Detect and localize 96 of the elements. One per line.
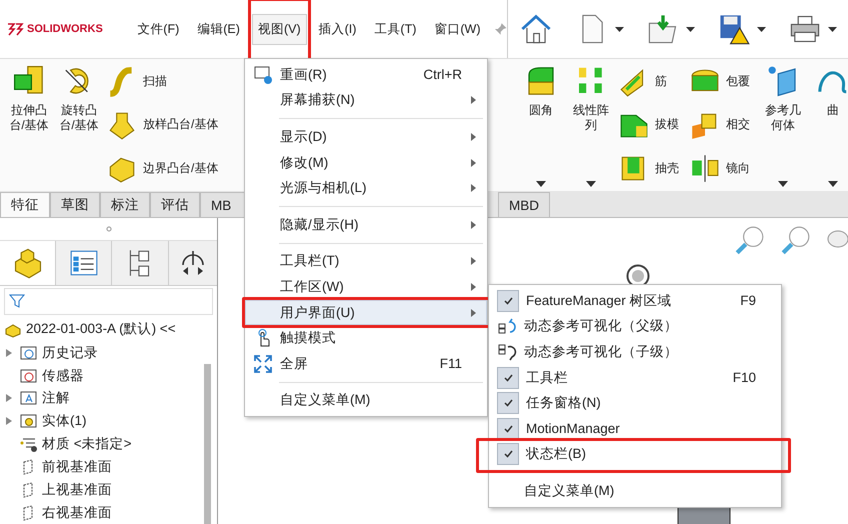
- folder-letter-icon: [20, 389, 38, 408]
- menu-item[interactable]: 状态栏(B): [489, 442, 781, 468]
- tree-item[interactable]: 2022-01-003-A (默认) <<: [0, 317, 217, 342]
- tree-item[interactable]: 右视基准面: [0, 501, 217, 524]
- menu-item[interactable]: 重画(R) Ctrl+R: [245, 62, 487, 88]
- menu-item[interactable]: FeatureManager 树区域 F9: [489, 288, 781, 314]
- check-icon: [504, 374, 512, 382]
- filter-field[interactable]: [4, 288, 213, 316]
- ribbon-tool-button[interactable]: 放样凸台/基体: [106, 108, 218, 141]
- caret-icon[interactable]: [828, 181, 838, 187]
- fullscreen-icon: [253, 354, 273, 374]
- ribbon-tool-button[interactable]: 拔模: [618, 108, 679, 141]
- menu-item[interactable]: 工作区(W): [245, 274, 487, 300]
- grip-dot-icon[interactable]: [106, 226, 112, 232]
- monitor-refresh-icon: [253, 64, 273, 85]
- menu-bar-item[interactable]: 插入(I): [312, 14, 362, 44]
- solidworks-logo: SOLIDWORKS: [6, 21, 128, 37]
- ribbon-tab[interactable]: 草图: [50, 192, 100, 217]
- menu-bar-item[interactable]: 编辑(E): [191, 14, 246, 44]
- caret-icon[interactable]: [586, 181, 596, 187]
- reference-down-icon: [497, 342, 517, 362]
- ribbon-tool-button[interactable]: 镜向: [689, 152, 750, 184]
- ribbon-tool-button[interactable]: 抽壳: [618, 152, 679, 184]
- checkbox[interactable]: [497, 290, 519, 312]
- ribbon-tool-button[interactable]: 圆角: [518, 63, 564, 187]
- folder-gauge-icon: [20, 366, 38, 385]
- menu-item[interactable]: MotionManager: [489, 416, 781, 442]
- folder-clock-icon: [20, 344, 38, 362]
- filter-icon: [8, 292, 26, 310]
- check-icon: [504, 399, 512, 408]
- property-tab[interactable]: [56, 240, 112, 285]
- menu-item[interactable]: 工具栏 F10: [489, 364, 781, 390]
- menu-bar-item[interactable]: 窗口(W): [428, 14, 487, 44]
- ribbon-tool-button[interactable]: 包覆: [689, 66, 750, 98]
- check-icon: [504, 424, 512, 433]
- folder-solid-icon: [20, 412, 38, 430]
- scrollbar[interactable]: [204, 364, 211, 524]
- mirror-shapes-icon: [689, 152, 721, 184]
- home-icon: [518, 12, 553, 46]
- check-icon: [504, 450, 512, 458]
- quick-access-button[interactable]: [518, 12, 553, 46]
- caret-icon[interactable]: [756, 26, 766, 32]
- reference-up-icon: [497, 316, 517, 336]
- expand-arrow-icon[interactable]: [6, 348, 12, 357]
- ribbon-tab[interactable]: 标注: [100, 192, 150, 217]
- caret-icon[interactable]: [828, 26, 837, 32]
- caret-icon[interactable]: [778, 181, 788, 187]
- menu-item[interactable]: 显示(D): [245, 124, 487, 150]
- expand-arrow-icon[interactable]: [6, 394, 12, 402]
- configuration-tab[interactable]: [112, 240, 169, 285]
- ribbon-tool-button[interactable]: 扫描: [106, 66, 218, 98]
- caret-icon[interactable]: [536, 181, 546, 187]
- dimension-tab[interactable]: [168, 240, 217, 285]
- checkbox[interactable]: [497, 443, 519, 466]
- menu-item[interactable]: 自定义菜单(M): [489, 478, 781, 504]
- menu-item[interactable]: 屏幕捕获(N): [245, 88, 487, 114]
- caret-icon[interactable]: [614, 26, 624, 32]
- menu-bar-item[interactable]: 视图(V): [252, 14, 307, 44]
- ribbon-tool-button[interactable]: 筋: [618, 66, 679, 98]
- menu-item[interactable]: 触摸模式: [245, 325, 487, 351]
- menu-bar-item[interactable]: 工具(T): [368, 14, 422, 44]
- ribbon-tab[interactable]: 特征: [0, 192, 50, 217]
- menu-item[interactable]: 自定义菜单(M): [245, 388, 487, 414]
- ribbon-tool-button[interactable]: 边界凸台/基体: [106, 152, 218, 184]
- ribbon-tool-button[interactable]: 曲: [810, 63, 848, 187]
- checkbox[interactable]: [497, 418, 519, 440]
- tree-item[interactable]: 传感器: [0, 364, 217, 387]
- tree-item[interactable]: 前视基准面: [0, 455, 217, 478]
- menu-item[interactable]: 动态参考可视化（父级）: [489, 314, 781, 340]
- tree-item[interactable]: 注解: [0, 387, 217, 410]
- tree-item[interactable]: 实体(1): [0, 410, 217, 433]
- zoom-area-icon: [780, 224, 812, 256]
- zoom-fit-icon: [734, 224, 766, 256]
- check-icon: [504, 296, 512, 305]
- ribbon-tool-button[interactable]: 线性阵列: [568, 63, 614, 187]
- menu-bar-item[interactable]: 文件(F): [131, 14, 186, 44]
- tree-item[interactable]: 历史记录: [0, 341, 217, 364]
- arc-icon: [180, 248, 206, 265]
- ribbon-tool-button[interactable]: 拉伸凸台/基体: [6, 63, 52, 187]
- ribbon-tool-button[interactable]: 相交: [689, 108, 750, 141]
- menu-item[interactable]: 修改(M): [245, 150, 487, 176]
- tree-item[interactable]: 材质 <未指定>: [0, 432, 217, 456]
- ribbon-tab[interactable]: MBD: [498, 192, 550, 217]
- tree-item[interactable]: 上视基准面: [0, 478, 217, 502]
- caret-icon[interactable]: [686, 26, 695, 32]
- menu-item[interactable]: 任务窗格(N): [489, 390, 781, 416]
- expand-arrow-icon[interactable]: [6, 417, 12, 426]
- menu-item[interactable]: 全屏 F11: [245, 350, 487, 377]
- ribbon-tab[interactable]: 评估: [150, 192, 200, 217]
- menu-item[interactable]: 用户界面(U): [245, 300, 487, 326]
- menu-item[interactable]: 动态参考可视化（子级）: [489, 339, 781, 365]
- ribbon-tool-button[interactable]: 参考几何体: [760, 63, 806, 187]
- ribbon-tool-button[interactable]: 旋转凸台/基体: [56, 63, 102, 187]
- checkbox[interactable]: [497, 366, 519, 389]
- menu-item[interactable]: 工具栏(T): [245, 248, 487, 274]
- checkbox[interactable]: [497, 392, 519, 414]
